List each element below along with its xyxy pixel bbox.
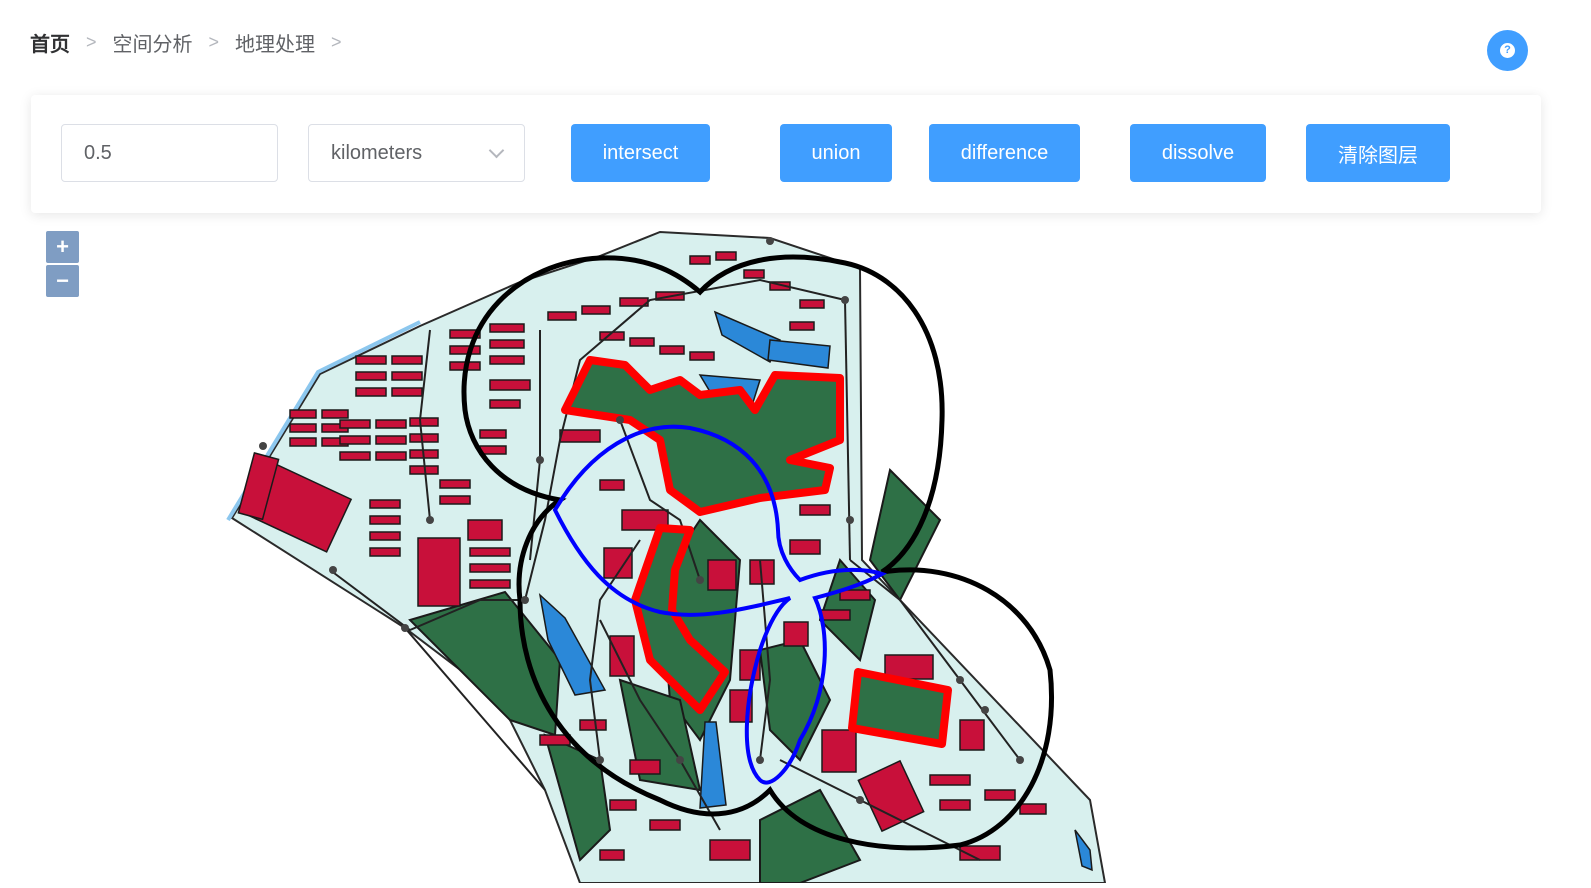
unit-value: kilometers: [331, 141, 423, 164]
breadcrumb-geoprocessing[interactable]: 地理处理: [235, 28, 315, 57]
chevron-down-icon: [488, 142, 505, 158]
map-canvas[interactable]: [0, 213, 1591, 884]
dissolve-button[interactable]: dissolve: [1130, 124, 1266, 182]
breadcrumb-separator-icon: >: [208, 31, 220, 52]
difference-button[interactable]: difference: [929, 124, 1080, 182]
clear-layers-button[interactable]: 清除图层: [1306, 124, 1450, 182]
map-view[interactable]: + −: [0, 213, 1591, 884]
breadcrumb-home[interactable]: 首页: [30, 28, 70, 57]
help-icon: ?: [1500, 43, 1515, 58]
unit-select[interactable]: kilometers: [308, 124, 525, 182]
zoom-out-button[interactable]: −: [46, 265, 79, 297]
intersect-button[interactable]: intersect: [571, 124, 710, 182]
distance-input[interactable]: 0.5: [61, 124, 278, 182]
breadcrumb-separator-icon: >: [86, 31, 97, 52]
breadcrumb: 首页 > 空间分析 > 地理处理 >: [30, 28, 358, 56]
toolbar-card: 0.5 kilometers intersect union differenc…: [31, 95, 1541, 213]
breadcrumb-spatial-analysis[interactable]: 空间分析: [113, 28, 193, 57]
help-button[interactable]: ?: [1487, 30, 1528, 71]
union-button[interactable]: union: [780, 124, 892, 182]
zoom-in-button[interactable]: +: [46, 231, 79, 263]
breadcrumb-separator-icon: >: [331, 31, 342, 52]
distance-value: 0.5: [84, 141, 112, 164]
